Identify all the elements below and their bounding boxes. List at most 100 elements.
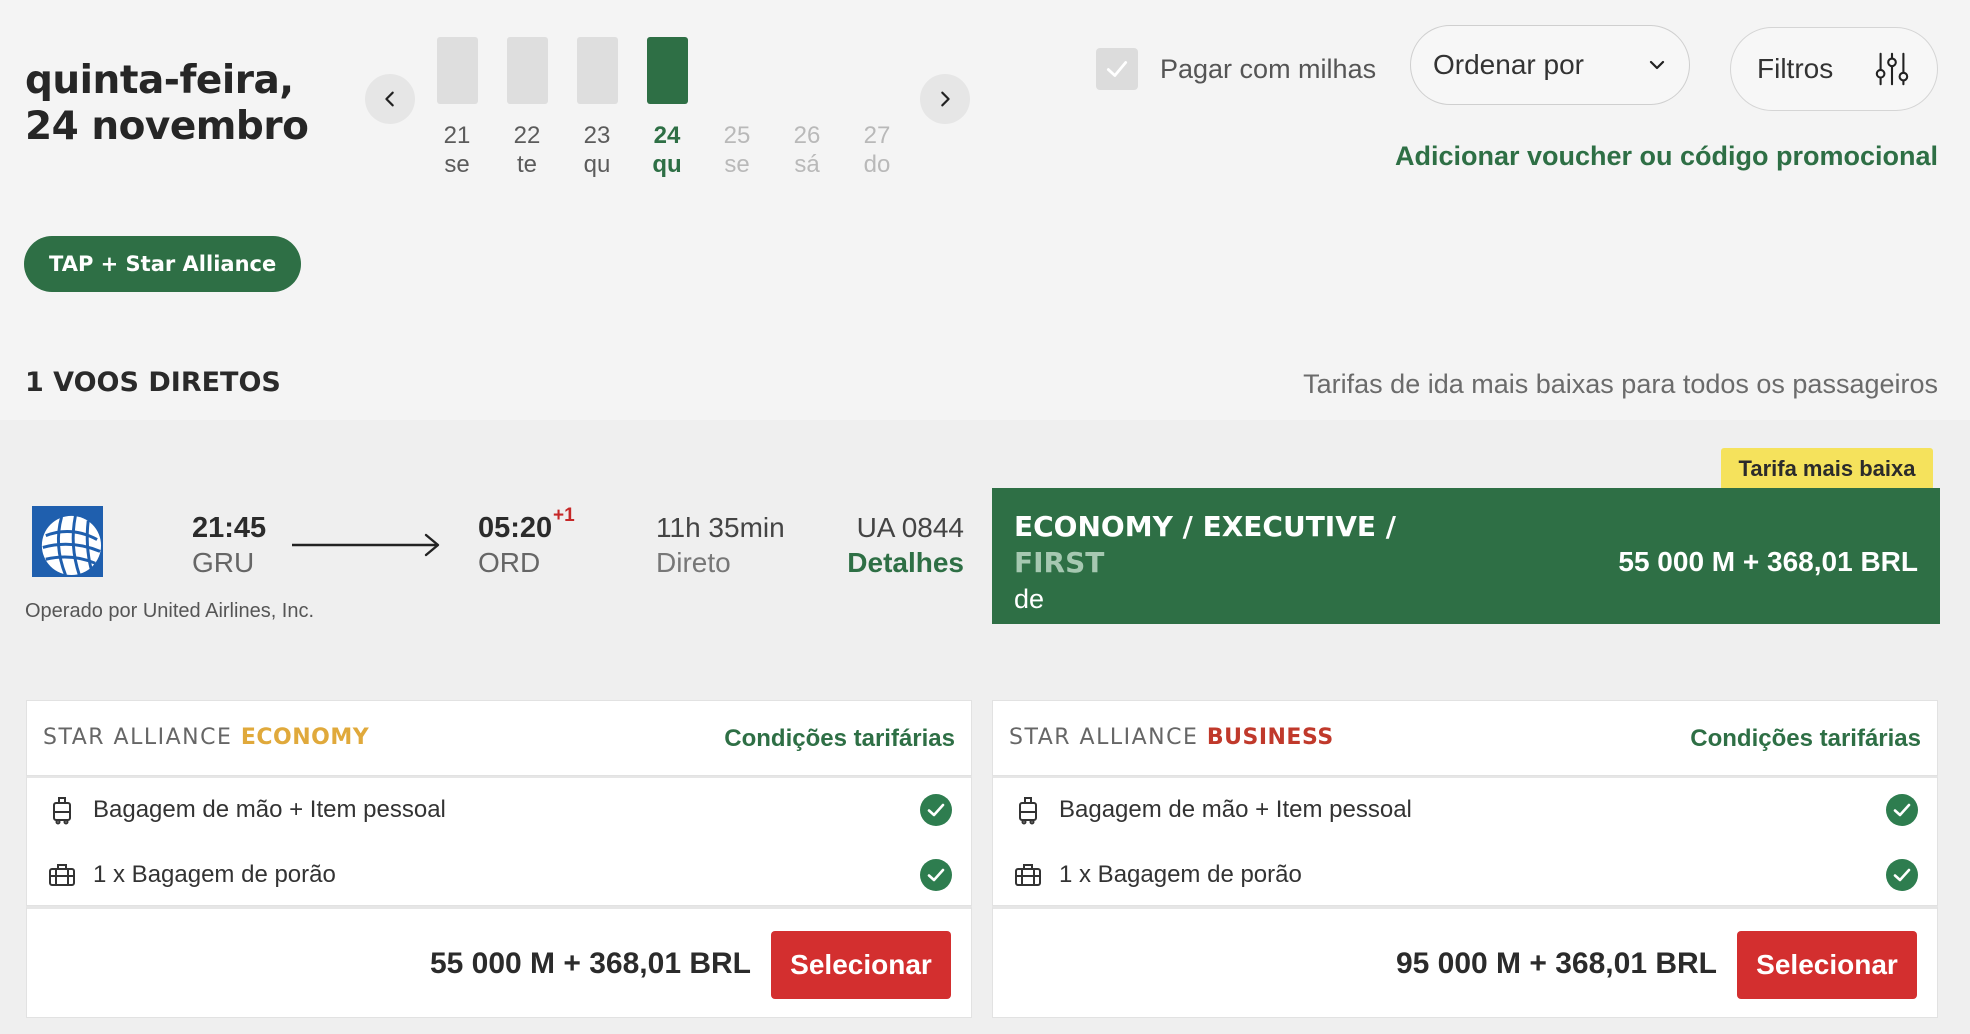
fare-brand-prefix: STAR ALLIANCE — [43, 725, 233, 750]
feature-row: 1 x Bagagem de porão — [1013, 855, 1919, 895]
day-option[interactable]: 21 se — [435, 14, 479, 180]
included-check-icon — [920, 859, 952, 891]
fare-footer: 55 000 M + 368,01 BRL Selecionar — [26, 906, 972, 1018]
chevron-right-icon — [941, 91, 950, 107]
sliders-icon — [1875, 52, 1909, 86]
arrow-right-icon — [292, 533, 440, 557]
feature-row: Bagagem de mão + Item pessoal — [47, 790, 953, 830]
feature-label: Bagagem de mão + Item pessoal — [1059, 796, 1412, 823]
arrival-time: 05:20 — [478, 512, 553, 544]
filters-button[interactable]: Filtros — [1730, 27, 1938, 111]
pay-with-miles-label: Pagar com milhas — [1160, 53, 1377, 84]
day-weekday: sá — [794, 151, 820, 178]
fare-card-business: STAR ALLIANCE BUSINESS Condições tarifár… — [992, 700, 1938, 1020]
date-weekday: quinta-feira, — [25, 58, 294, 103]
day-price-bar — [646, 36, 688, 104]
united-globe-icon — [32, 506, 103, 577]
day-price-bar — [576, 36, 618, 104]
day-number: 23 — [583, 122, 611, 149]
day-option[interactable]: 26 sá — [785, 14, 829, 180]
day-number: 24 — [653, 122, 681, 149]
checkmark-icon — [1106, 61, 1128, 77]
day-option[interactable]: 25 se — [715, 14, 759, 180]
fare-conditions-link[interactable]: Condições tarifárias — [724, 725, 955, 753]
fare-brand-name: ECONOMY — [240, 725, 370, 750]
next-days-button[interactable] — [920, 74, 970, 124]
select-business-button[interactable]: Selecionar — [1737, 931, 1917, 999]
departure-airport: GRU — [192, 547, 255, 578]
pay-with-miles-toggle[interactable]: Pagar com milhas — [1096, 48, 1376, 90]
fare-footer: 95 000 M + 368,01 BRL Selecionar — [992, 906, 1938, 1018]
checked-bag-icon — [49, 864, 75, 886]
day-number: 27 — [863, 122, 891, 149]
add-voucher-link[interactable]: Adicionar voucher ou código promocional — [1395, 141, 1938, 172]
fare-features: Bagagem de mão + Item pessoal 1 x Bagage… — [992, 776, 1938, 906]
day-price-bar — [506, 36, 548, 104]
fares-note: Tarifas de ida mais baixas para todos os… — [1303, 369, 1938, 399]
arrival-day-offset: +1 — [553, 505, 575, 526]
day-option[interactable]: 23 qu — [575, 14, 619, 180]
feature-label: 1 x Bagagem de porão — [1059, 861, 1302, 888]
included-check-icon — [1886, 859, 1918, 891]
fare-brand: STAR ALLIANCE BUSINESS — [1009, 725, 1334, 750]
day-number: 22 — [513, 122, 541, 149]
carry-on-bag-icon — [1019, 797, 1037, 825]
pay-with-miles-checkbox[interactable] — [1096, 48, 1138, 90]
arrival-airport: ORD — [478, 547, 541, 578]
feature-row: Bagagem de mão + Item pessoal — [1013, 790, 1919, 830]
day-weekday: qu — [652, 151, 682, 178]
cabin-price: 55 000 M + 368,01 BRL — [1618, 546, 1918, 577]
filters-label: Filtros — [1757, 53, 1834, 84]
fare-card-header: STAR ALLIANCE BUSINESS Condições tarifár… — [992, 700, 1938, 776]
cabin-classes: ECONOMY / EXECUTIVE / — [1014, 510, 1396, 543]
fare-brand-name: BUSINESS — [1206, 725, 1334, 750]
chevron-left-icon — [385, 91, 394, 107]
sort-dropdown[interactable]: Ordenar por — [1410, 25, 1690, 105]
lowest-fare-badge: Tarifa mais baixa — [1721, 448, 1933, 490]
cabin-fare-option[interactable]: ECONOMY / EXECUTIVE / FIRST de 55 000 M … — [992, 488, 1940, 624]
day-option[interactable]: 22 te — [505, 14, 549, 180]
fare-card-economy: STAR ALLIANCE ECONOMY Condições tarifári… — [26, 700, 972, 1020]
flight-stops: Direto — [656, 547, 731, 578]
fare-brand-prefix: STAR ALLIANCE — [1009, 725, 1199, 750]
day-price-bar — [436, 36, 478, 104]
departure-time: 21:45 — [192, 512, 267, 544]
price-from-label: de — [1014, 584, 1045, 614]
checked-bag-icon — [1015, 864, 1041, 886]
day-weekday: te — [516, 151, 537, 178]
day-weekday: do — [863, 151, 891, 178]
day-weekday: qu — [583, 151, 611, 178]
included-check-icon — [1886, 794, 1918, 826]
operated-by: Operado por United Airlines, Inc. — [25, 600, 315, 622]
day-number: 25 — [723, 122, 751, 149]
day-number: 21 — [443, 122, 471, 149]
day-weekday: se — [444, 151, 470, 178]
feature-label: Bagagem de mão + Item pessoal — [93, 796, 446, 823]
day-option[interactable]: 27 do — [855, 14, 899, 180]
alliance-filter-chip[interactable]: TAP + Star Alliance — [24, 236, 302, 292]
flight-number: UA 0844 — [856, 512, 964, 543]
sort-label: Ordenar por — [1433, 49, 1584, 80]
cabin-class-first: FIRST — [1014, 546, 1105, 579]
included-check-icon — [920, 794, 952, 826]
day-weekday: se — [724, 151, 750, 178]
selected-date-title: quinta-feira, 24 novembro — [25, 58, 309, 150]
date-day-month: 24 novembro — [25, 104, 309, 149]
feature-label: 1 x Bagagem de porão — [93, 861, 336, 888]
fare-conditions-link[interactable]: Condições tarifárias — [1690, 725, 1921, 753]
fare-brand: STAR ALLIANCE ECONOMY — [43, 725, 369, 750]
flight-details-link[interactable]: Detalhes — [847, 547, 964, 579]
flight-duration: 11h 35min — [656, 512, 785, 543]
previous-days-button[interactable] — [365, 74, 415, 124]
fare-features: Bagagem de mão + Item pessoal 1 x Bagage… — [26, 776, 972, 906]
results-count: 1 VOOS DIRETOS — [25, 367, 281, 398]
feature-row: 1 x Bagagem de porão — [47, 855, 953, 895]
fare-price: 55 000 M + 368,01 BRL — [429, 947, 751, 980]
day-option[interactable]: 24 qu — [645, 14, 689, 180]
day-number: 26 — [793, 122, 821, 149]
chevron-down-icon — [1649, 60, 1665, 70]
select-economy-button[interactable]: Selecionar — [771, 931, 951, 999]
fare-card-header: STAR ALLIANCE ECONOMY Condições tarifári… — [26, 700, 972, 776]
carry-on-bag-icon — [53, 797, 71, 825]
fare-price: 95 000 M + 368,01 BRL — [1395, 947, 1717, 980]
